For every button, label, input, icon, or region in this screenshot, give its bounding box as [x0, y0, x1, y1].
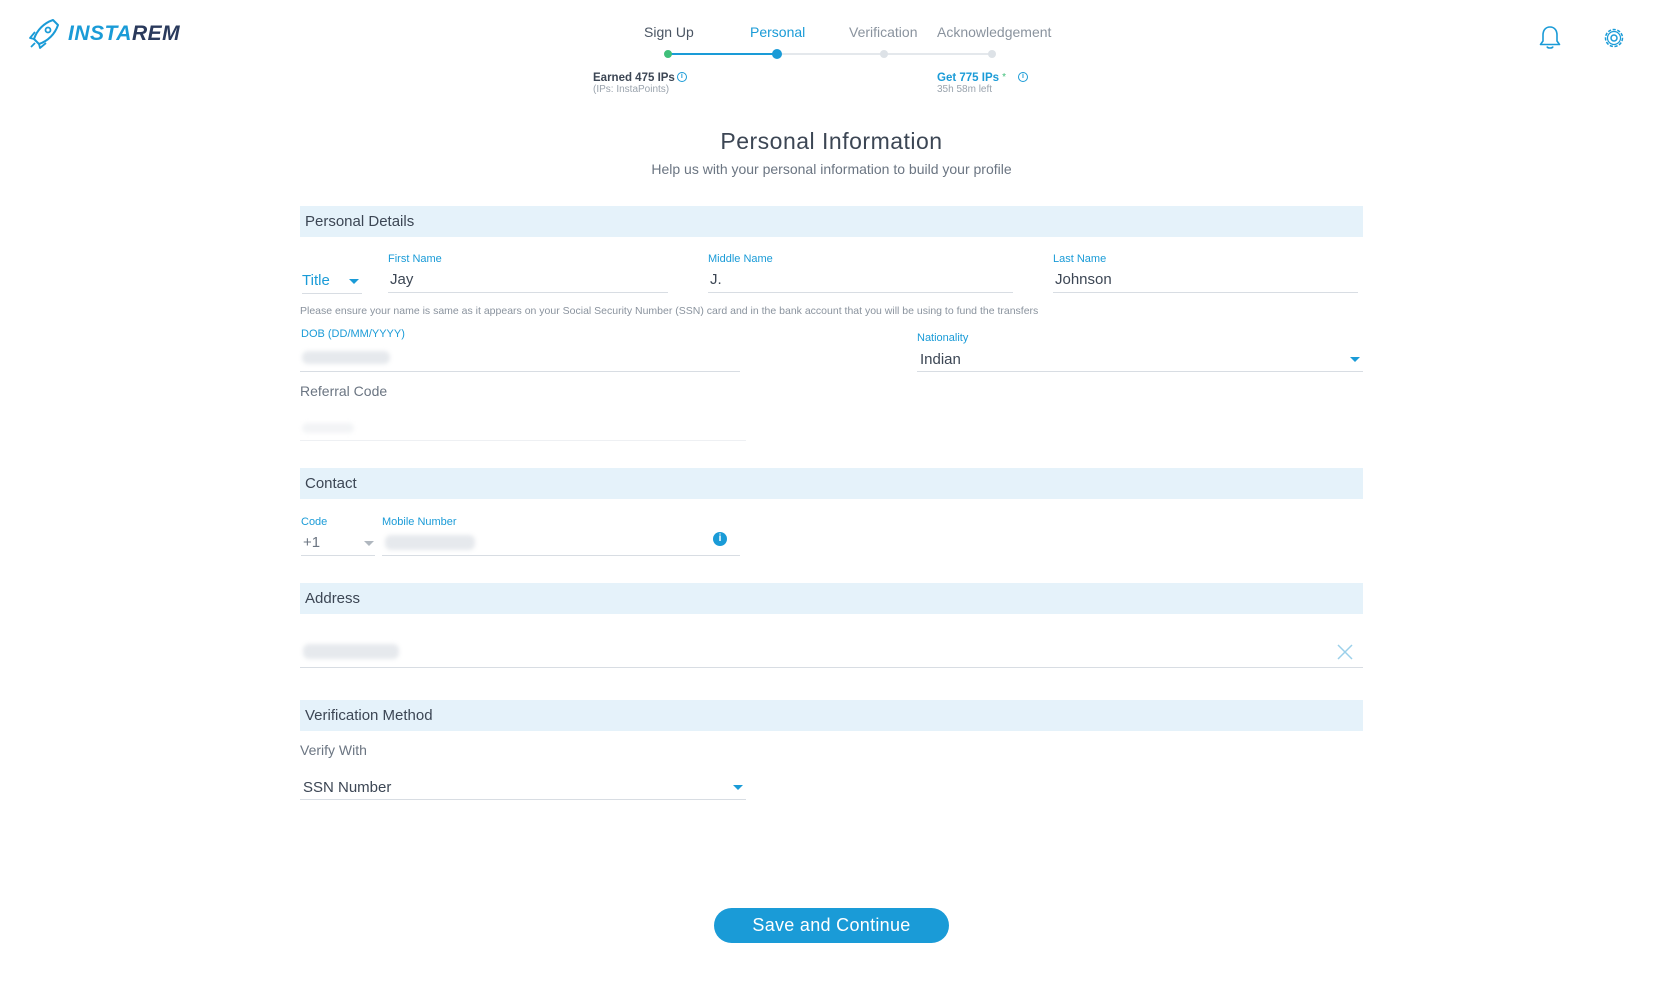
earned-points: Earned 475 IPs i (IPs: InstaPoints)	[593, 72, 687, 95]
country-code-select[interactable]: +1	[301, 534, 375, 556]
reward-time-left: 35h 58m left	[937, 84, 993, 95]
nationality-label: Nationality	[917, 332, 969, 344]
code-underline	[301, 555, 375, 556]
last-name-underline	[1053, 292, 1358, 293]
earned-points-text: Earned 475 IPs	[593, 72, 675, 84]
mobile-number-field[interactable]	[382, 532, 740, 554]
bell-icon[interactable]	[1536, 24, 1564, 52]
title-select[interactable]: Title	[302, 272, 362, 294]
mobile-info-icon[interactable]: i	[713, 532, 727, 546]
address-field[interactable]	[300, 640, 1363, 666]
stepper-progress-track	[668, 53, 777, 55]
step-sign-up[interactable]: Sign Up	[644, 24, 694, 40]
country-code-value: +1	[303, 534, 321, 551]
referral-redacted-value	[302, 423, 354, 433]
step-verification[interactable]: Verification	[849, 24, 917, 40]
page-subtitle: Help us with your personal information t…	[651, 161, 1012, 177]
first-name-underline	[388, 292, 668, 293]
dob-label: DOB (DD/MM/YYYY)	[301, 328, 405, 340]
referral-underline	[300, 440, 746, 441]
brand-name-part1: INSTA	[68, 22, 132, 45]
nationality-chevron-down-icon	[1350, 357, 1360, 362]
dob-field[interactable]	[300, 348, 740, 370]
address-redacted-value	[303, 644, 399, 659]
referral-code-field[interactable]	[300, 418, 746, 440]
code-chevron-down-icon	[364, 541, 374, 546]
dob-underline	[300, 371, 740, 372]
section-verification-method: Verification Method	[300, 700, 1363, 731]
rocket-logo-icon	[29, 19, 59, 49]
earned-info-icon[interactable]: i	[676, 72, 687, 82]
mobile-underline	[382, 555, 740, 556]
nationality-value: Indian	[920, 351, 961, 368]
verification-chevron-down-icon	[733, 785, 743, 790]
last-name-field[interactable]: Johnson	[1055, 271, 1355, 288]
section-contact: Contact	[300, 468, 1363, 499]
step-personal[interactable]: Personal	[750, 24, 805, 40]
title-select-value: Title	[302, 272, 330, 289]
first-name-label: First Name	[388, 253, 442, 265]
gear-icon[interactable]	[1600, 24, 1628, 52]
address-underline	[300, 667, 1363, 668]
brand-name-part2: REM	[131, 22, 181, 45]
save-and-continue-button[interactable]: Save and Continue	[714, 908, 949, 943]
last-name-label: Last Name	[1053, 253, 1107, 265]
middle-name-underline	[708, 292, 1013, 293]
verification-underline	[300, 799, 746, 800]
reward-points: Get 775 IPs * i 35h 58m left	[937, 72, 1028, 95]
step-acknowledgement[interactable]: Acknowledgement	[937, 24, 1051, 40]
mobile-redacted-value	[385, 535, 475, 550]
title-underline	[302, 293, 362, 294]
clear-address-close-icon[interactable]	[1336, 643, 1354, 661]
step-verification-dot	[880, 50, 888, 58]
earned-points-sub: (IPs: InstaPoints)	[593, 84, 670, 95]
brand-logo[interactable]: INSTAREM	[26, 16, 180, 52]
verify-with-label: Verify With	[300, 742, 367, 758]
name-hint: Please ensure your name is same as it ap…	[300, 305, 1039, 317]
section-personal-details: Personal Details	[300, 206, 1363, 237]
nationality-select[interactable]: Indian	[917, 351, 1363, 373]
code-label: Code	[301, 516, 328, 528]
middle-name-field[interactable]: J.	[710, 271, 1013, 288]
mobile-label: Mobile Number	[382, 516, 457, 528]
middle-name-label: Middle Name	[708, 253, 773, 265]
title-chevron-down-icon	[349, 279, 359, 284]
verification-method-select[interactable]: SSN Number	[300, 779, 746, 801]
reward-info-icon[interactable]: i	[1017, 72, 1028, 82]
step-personal-dot	[772, 49, 782, 59]
reward-points-text: Get 775 IPs	[937, 72, 1000, 84]
dob-redacted-value	[302, 351, 390, 364]
step-acknowledgement-dot	[988, 50, 996, 58]
reward-star: *	[1002, 72, 1006, 83]
first-name-field[interactable]: Jay	[390, 271, 668, 288]
verification-method-value: SSN Number	[303, 779, 392, 796]
brand-wordmark: INSTAREM	[68, 22, 180, 46]
section-address: Address	[300, 583, 1363, 614]
referral-label: Referral Code	[300, 383, 388, 399]
step-sign-up-dot	[664, 50, 672, 58]
page-title: Personal Information	[720, 128, 943, 154]
nationality-underline	[917, 371, 1363, 372]
